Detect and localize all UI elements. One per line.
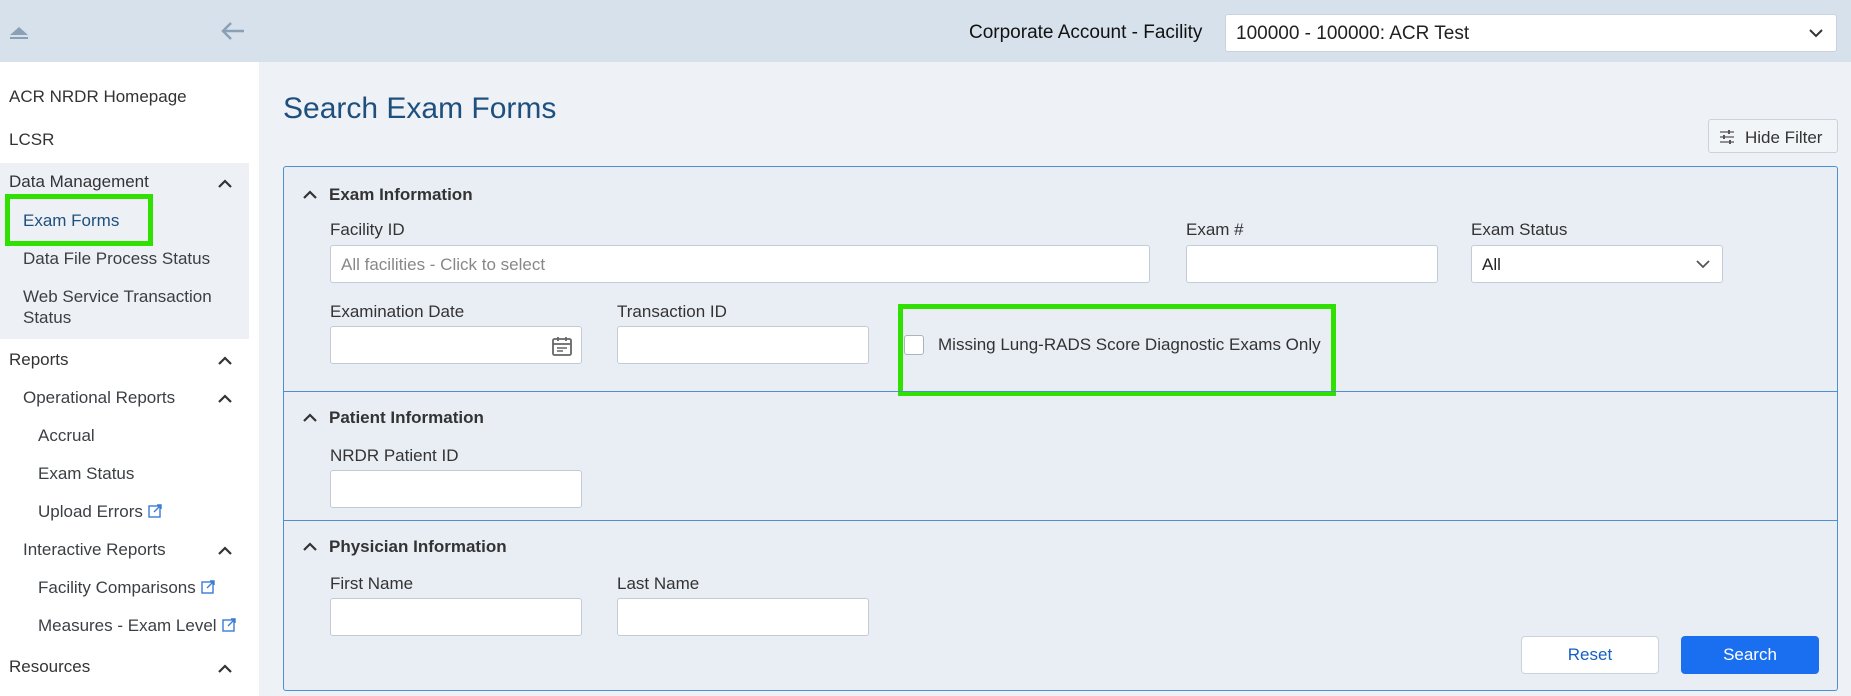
section-title-patient-information[interactable]: Patient Information [329, 408, 484, 428]
sidebar-item-operational-reports[interactable]: Operational Reports [23, 387, 175, 408]
reset-button[interactable]: Reset [1521, 636, 1659, 674]
filter-panel: Exam Information Facility ID All facilit… [283, 166, 1838, 691]
chevron-up-icon[interactable] [216, 392, 234, 404]
first-name-input[interactable] [330, 598, 582, 636]
last-name-input[interactable] [617, 598, 869, 636]
chevron-up-icon[interactable] [216, 177, 234, 189]
sidebar-item-data-file-process-status[interactable]: Data File Process Status [23, 248, 210, 269]
chevron-up-icon[interactable] [216, 354, 234, 366]
examination-date-label: Examination Date [330, 302, 465, 321]
hide-filter-label: Hide Filter [1745, 128, 1823, 147]
highlight-box-missing-lungrads [898, 304, 1336, 396]
sidebar: ACR NRDR Homepage LCSR Data Management E… [0, 0, 259, 696]
sidebar-item-facility-comparisons[interactable]: Facility Comparisons [38, 577, 215, 598]
facility-id-placeholder: All facilities - Click to select [341, 255, 546, 274]
arrow-left-icon[interactable] [218, 18, 248, 44]
chevron-up-icon[interactable] [302, 541, 318, 552]
exam-status-label: Exam Status [1471, 220, 1568, 239]
sidebar-item-accrual[interactable]: Accrual [38, 425, 95, 446]
exam-number-label: Exam # [1186, 220, 1244, 239]
chevron-up-icon[interactable] [302, 189, 318, 200]
external-link-icon [148, 504, 162, 518]
facility-id-label: Facility ID [330, 220, 405, 239]
hide-filter-button[interactable]: Hide Filter [1708, 119, 1838, 153]
sidebar-item-label: Upload Errors [38, 502, 143, 521]
sidebar-item-label: Measures - Exam Level [38, 616, 217, 635]
examination-date-input[interactable] [330, 326, 582, 364]
exam-number-input[interactable] [1186, 245, 1438, 283]
nrdr-patient-id-input[interactable] [330, 470, 582, 508]
section-divider [284, 391, 1837, 392]
sidebar-item-lcsr[interactable]: LCSR [9, 130, 54, 150]
chevron-down-icon [1809, 29, 1823, 38]
transaction-id-input[interactable] [617, 326, 869, 364]
sidebar-item-measures-exam-level[interactable]: Measures - Exam Level [38, 615, 236, 636]
facility-select-value: 100000 - 100000: ACR Test [1236, 23, 1470, 44]
nrdr-patient-id-label: NRDR Patient ID [330, 446, 459, 465]
last-name-label: Last Name [617, 574, 700, 593]
account-facility-label: Corporate Account - Facility [969, 22, 1203, 43]
page-title: Search Exam Forms [283, 92, 557, 125]
sidebar-group-data-management: Data Management Exam Forms Data File Pro… [0, 163, 249, 339]
sidebar-item-web-service-transaction-status[interactable]: Web Service Transaction Status [23, 286, 233, 328]
section-title-physician-information[interactable]: Physician Information [329, 537, 507, 557]
chevron-down-icon [1696, 260, 1710, 269]
chevron-up-icon[interactable] [302, 412, 318, 423]
exam-status-value: All [1482, 255, 1501, 274]
transaction-id-label: Transaction ID [617, 302, 727, 321]
chevron-up-icon[interactable] [216, 544, 234, 556]
sidebar-item-reports[interactable]: Reports [9, 350, 69, 370]
sidebar-item-upload-errors[interactable]: Upload Errors [38, 501, 162, 522]
sidebar-item-data-management[interactable]: Data Management [9, 172, 149, 192]
facility-select[interactable]: 100000 - 100000: ACR Test [1225, 14, 1837, 52]
sidebar-item-interactive-reports[interactable]: Interactive Reports [23, 539, 166, 560]
external-link-icon [201, 580, 215, 594]
collapse-up-icon[interactable] [6, 22, 32, 42]
calendar-icon[interactable] [551, 335, 573, 357]
top-header: Corporate Account - Facility 100000 - 10… [259, 0, 1851, 62]
section-divider [284, 520, 1837, 521]
external-link-icon [221, 618, 236, 632]
search-button[interactable]: Search [1681, 636, 1819, 674]
sidebar-item-exam-status[interactable]: Exam Status [38, 463, 134, 484]
chevron-up-icon[interactable] [216, 662, 234, 674]
section-title-exam-information[interactable]: Exam Information [329, 185, 473, 205]
sidebar-item-resources[interactable]: Resources [9, 657, 90, 677]
exam-status-select[interactable]: All [1471, 245, 1723, 283]
first-name-label: First Name [330, 574, 414, 593]
sidebar-item-label: Facility Comparisons [38, 578, 196, 597]
highlight-box-exam-forms [5, 194, 153, 246]
sidebar-top-bar [0, 0, 259, 62]
facility-id-input[interactable]: All facilities - Click to select [330, 245, 1150, 283]
sidebar-item-homepage[interactable]: ACR NRDR Homepage [9, 87, 187, 107]
sliders-icon [1720, 130, 1734, 144]
